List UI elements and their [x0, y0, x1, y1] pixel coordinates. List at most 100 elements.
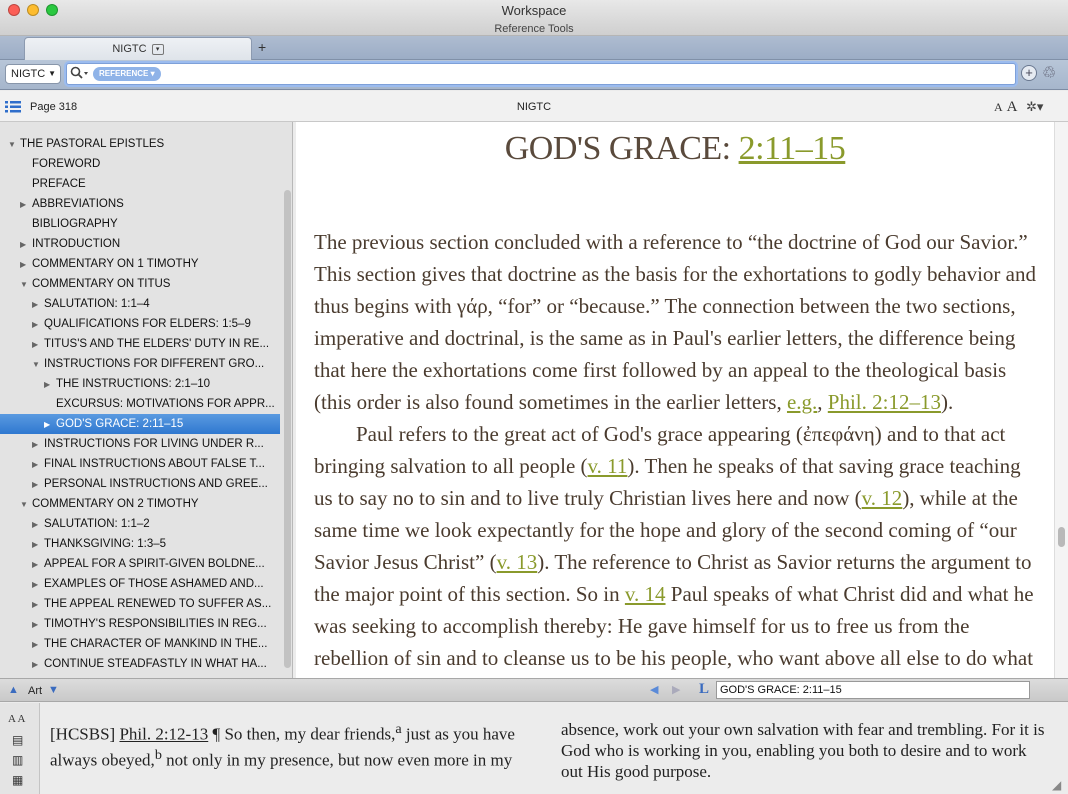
toc-item[interactable]: ▶ COMMENTARY ON 1 TIMOTHY: [0, 254, 280, 274]
heading-reference-link[interactable]: 2:11–15: [739, 130, 846, 167]
toc-item[interactable]: ▶ FINAL INSTRUCTIONS ABOUT FALSE T...: [0, 454, 280, 474]
toc-item[interactable]: ▶ QUALIFICATIONS FOR ELDERS: 1:5–9: [0, 314, 280, 334]
reader-scrollbar-thumb[interactable]: [1058, 527, 1065, 547]
toc-item[interactable]: ▶ APPEAL FOR A SPIRIT-GIVEN BOLDNE...: [0, 554, 280, 574]
toc-item[interactable]: ▶ THANKSGIVING: 1:3–5: [0, 534, 280, 554]
preview-text: [HCSBS] Phil. 2:12-13 ¶ So then, my dear…: [50, 719, 1050, 782]
disclosure-open-icon[interactable]: ▼: [8, 135, 20, 154]
toc-item[interactable]: ▶ SALUTATION: 1:1–2: [0, 514, 280, 534]
disclosure-closed-icon[interactable]: ▶: [44, 375, 56, 394]
disclosure-closed-icon[interactable]: ▶: [32, 615, 44, 634]
resource-select[interactable]: NIGTC ▼: [5, 64, 61, 84]
toc-item-label: THANKSGIVING: 1:3–5: [44, 538, 167, 550]
disclosure-closed-icon[interactable]: ▶: [44, 415, 56, 434]
back-icon[interactable]: ◀: [650, 683, 658, 696]
toc-item[interactable]: ▶ THE CHARACTER OF MANKIND IN THE...: [0, 634, 280, 654]
triangle-down-icon[interactable]: ▼: [48, 684, 59, 696]
window-title: Workspace: [501, 3, 567, 18]
toc-item[interactable]: ▶ SALUTATION: 1:1–4: [0, 294, 280, 314]
toc-item-label: THE PASTORAL EPISTLES: [20, 138, 165, 150]
toc-item-label: COMMENTARY ON 1 TIMOTHY: [32, 258, 199, 270]
reader-pane: GOD'S GRACE: 2:11–15 The previous sectio…: [296, 122, 1054, 678]
toc-item[interactable]: BIBLIOGRAPHY: [0, 214, 280, 234]
disclosure-closed-icon[interactable]: ▶: [32, 595, 44, 614]
disclosure-closed-icon[interactable]: ▶: [32, 435, 44, 454]
toc-item[interactable]: FOREWORD: [0, 154, 280, 174]
toc-item[interactable]: ▼ INSTRUCTIONS FOR DIFFERENT GRO...: [0, 354, 280, 374]
toc-item-label: THE INSTRUCTIONS: 2:1–10: [56, 378, 211, 390]
sidebar-scrollbar[interactable]: [284, 190, 291, 668]
font-larger-button[interactable]: A: [1007, 99, 1018, 115]
reference-link[interactable]: Phil. 2:12–13: [828, 390, 941, 414]
disclosure-closed-icon[interactable]: ▶: [32, 535, 44, 554]
location-field[interactable]: GOD'S GRACE: 2:11–15: [716, 681, 1030, 699]
toc-item[interactable]: ▶ GOD'S GRACE: 2:11–15: [0, 414, 280, 434]
font-size-icon[interactable]: A A: [8, 713, 25, 725]
disclosure-closed-icon[interactable]: ▶: [20, 195, 32, 214]
resize-grip-icon[interactable]: ◢: [1052, 778, 1061, 792]
disclosure-closed-icon[interactable]: ▶: [20, 255, 32, 274]
toc-item[interactable]: ▼ THE PASTORAL EPISTLES: [0, 134, 280, 154]
toc-item[interactable]: PREFACE: [0, 174, 280, 194]
forward-icon[interactable]: ▶: [672, 683, 680, 696]
toc-item[interactable]: ▶ INSTRUCTIONS FOR LIVING UNDER R...: [0, 434, 280, 454]
font-smaller-button[interactable]: A: [994, 100, 1003, 114]
reference-link[interactable]: v. 13: [497, 550, 538, 574]
toc-item-label: GOD'S GRACE: 2:11–15: [56, 418, 184, 430]
disclosure-closed-icon[interactable]: ▶: [32, 315, 44, 334]
link-set-icon[interactable]: ♲: [1042, 63, 1056, 83]
toc-item[interactable]: EXCURSUS: MOTIVATIONS FOR APPR...: [0, 394, 280, 414]
tab-nigtc[interactable]: NIGTC ▾: [24, 37, 252, 60]
toc-item[interactable]: ▶ EXAMPLES OF THOSE ASHAMED AND...: [0, 574, 280, 594]
link-icon[interactable]: L: [699, 681, 709, 698]
toc-item[interactable]: ▶ TIMOTHY'S RESPONSIBILITIES IN REG...: [0, 614, 280, 634]
reference-type-pill[interactable]: REFERENCE ▾: [93, 67, 161, 81]
add-icon[interactable]: +: [1021, 65, 1037, 81]
disclosure-closed-icon[interactable]: ▶: [32, 475, 44, 494]
disclosure-closed-icon[interactable]: ▶: [20, 235, 32, 254]
disclosure-open-icon[interactable]: ▼: [20, 495, 32, 514]
toc-item[interactable]: ▼ COMMENTARY ON TITUS: [0, 274, 280, 294]
tab-menu-icon[interactable]: ▾: [151, 43, 164, 55]
document-icon[interactable]: ▥: [12, 753, 26, 767]
disclosure-closed-icon[interactable]: ▶: [32, 515, 44, 534]
reference-input[interactable]: REFERENCE ▾: [66, 63, 1016, 85]
disclosure-closed-icon[interactable]: ▶: [32, 635, 44, 654]
preview-panel: A A ▤ ▥ ▦ [HCSBS] Phil. 2:12-13 ¶ So the…: [0, 703, 1068, 794]
add-tab-button[interactable]: +: [258, 39, 266, 55]
disclosure-closed-icon[interactable]: ▶: [32, 295, 44, 314]
toc-item[interactable]: ▼ COMMENTARY ON 2 TIMOTHY: [0, 494, 280, 514]
reference-link[interactable]: Phil. 2:12-13: [119, 725, 208, 744]
copy-icon[interactable]: ▤: [12, 733, 26, 747]
reference-link[interactable]: v. 14: [625, 582, 666, 606]
disclosure-open-icon[interactable]: ▼: [20, 275, 32, 294]
status-bar: ▲ Art ▼ ◀ ▶ L GOD'S GRACE: 2:11–15: [0, 678, 1068, 702]
toc-item-label: THE CHARACTER OF MANKIND IN THE...: [44, 638, 268, 650]
footnote-marker[interactable]: b: [155, 747, 162, 763]
triangle-up-icon[interactable]: ▲: [8, 684, 19, 696]
disclosure-closed-icon[interactable]: ▶: [32, 455, 44, 474]
toc-item[interactable]: ▶ CONTINUE STEADFASTLY IN WHAT HA...: [0, 654, 280, 674]
disclosure-closed-icon[interactable]: ▶: [32, 335, 44, 354]
disclosure-closed-icon[interactable]: ▶: [32, 575, 44, 594]
reader-scrollbar-track[interactable]: [1054, 122, 1068, 678]
toc-item[interactable]: ▶ PERSONAL INSTRUCTIONS AND GREE...: [0, 474, 280, 494]
toc-item-label: PREFACE: [32, 178, 86, 190]
reference-link[interactable]: v. 12: [862, 486, 903, 510]
toc-item[interactable]: ▶ TITUS'S AND THE ELDERS' DUTY IN RE...: [0, 334, 280, 354]
disclosure-open-icon[interactable]: ▼: [32, 355, 44, 374]
font-size-controls: A A: [994, 98, 1018, 116]
toc-item[interactable]: ▶ THE APPEAL RENEWED TO SUFFER AS...: [0, 594, 280, 614]
disclosure-closed-icon[interactable]: ▶: [32, 555, 44, 574]
gear-icon[interactable]: ✲▾: [1026, 99, 1043, 115]
toc-item[interactable]: ▶ ABBREVIATIONS: [0, 194, 280, 214]
search-icon[interactable]: [70, 66, 90, 83]
reference-link[interactable]: e.g.: [787, 390, 817, 414]
notes-icon[interactable]: ▦: [12, 773, 26, 787]
preview-tools: A A ▤ ▥ ▦: [0, 703, 40, 794]
toc-item[interactable]: ▶ INTRODUCTION: [0, 234, 280, 254]
toc-item[interactable]: ▶ THE INSTRUCTIONS: 2:1–10: [0, 374, 280, 394]
disclosure-closed-icon[interactable]: ▶: [32, 655, 44, 674]
reference-link[interactable]: v. 11: [588, 454, 628, 478]
section-heading: GOD'S GRACE: 2:11–15: [296, 130, 1054, 168]
